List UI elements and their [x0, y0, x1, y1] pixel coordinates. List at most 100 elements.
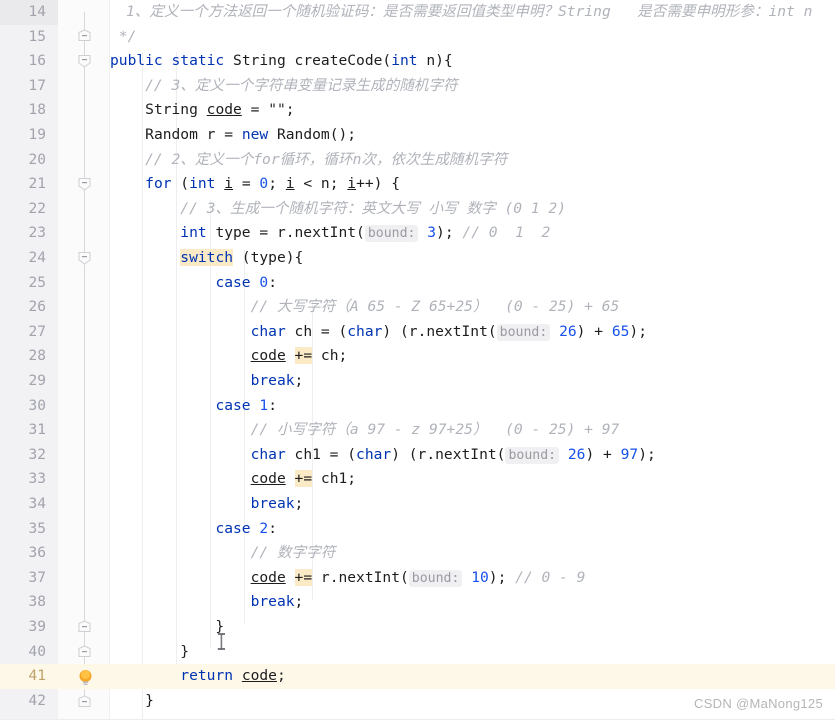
- line-content[interactable]: break;: [110, 369, 304, 394]
- line-number: 41: [28, 668, 46, 685]
- line-content[interactable]: switch (type){: [110, 246, 303, 271]
- code-line-row[interactable]: 32 char ch1 = (char) (r.nextInt(bound: 2…: [0, 443, 835, 468]
- param-hint-bound: bound:: [364, 225, 419, 243]
- param-hint-bound: bound:: [496, 323, 551, 341]
- line-content[interactable]: char ch = (char) (r.nextInt(bound: 26) +…: [110, 320, 647, 345]
- line-content[interactable]: case 2:: [110, 517, 277, 542]
- code-line-row[interactable]: 38 break;: [0, 590, 835, 615]
- code-line-row[interactable]: 29 break;: [0, 369, 835, 394]
- line-number: 15: [28, 28, 46, 45]
- line-number: 27: [28, 323, 46, 340]
- code-line-row[interactable]: 15 */: [0, 25, 835, 50]
- line-content[interactable]: // 小写字符（a 97 - z 97+25） (0 - 25) + 97: [110, 418, 620, 443]
- line-number: 20: [28, 151, 46, 168]
- line-content[interactable]: char ch1 = (char) (r.nextInt(bound: 26) …: [110, 443, 656, 468]
- code-line-row[interactable]: 37 code += r.nextInt(bound: 10); // 0 - …: [0, 566, 835, 591]
- fold-marker-collapse[interactable]: [77, 29, 92, 44]
- line-content[interactable]: code += r.nextInt(bound: 10); // 0 - 9: [110, 566, 585, 591]
- line-number: 21: [28, 176, 46, 193]
- line-content[interactable]: }: [110, 689, 154, 714]
- code-line-row[interactable]: 30 case 1:: [0, 394, 835, 419]
- highlighted-operator-plus-equals[interactable]: +=: [294, 470, 313, 488]
- line-content[interactable]: // 大写字符（A 65 - Z 65+25） (0 - 25) + 65: [110, 295, 620, 320]
- code-line-row[interactable]: 22 // 3、生成一个随机字符：英文大写 小写 数字 (0 1 2): [0, 197, 835, 222]
- line-number: 19: [28, 127, 46, 143]
- line-content[interactable]: // 3、生成一个随机字符：英文大写 小写 数字 (0 1 2): [110, 197, 566, 222]
- line-content[interactable]: // 2、定义一个for循环，循环n次，依次生成随机字符: [110, 148, 507, 173]
- code-line-row[interactable]: 21 for (int i = 0; i < n; i++) {: [0, 172, 835, 197]
- line-content[interactable]: 1、定义一个方法返回一个随机验证码：是否需要返回值类型申明？String 是否需…: [126, 0, 812, 25]
- fold-marker-collapse[interactable]: [77, 645, 92, 660]
- fold-marker-collapse[interactable]: [77, 695, 92, 710]
- code-line-row[interactable]: 35 case 2:: [0, 517, 835, 542]
- line-content[interactable]: case 0:: [110, 271, 277, 296]
- line-content[interactable]: // 3、定义一个字符串变量记录生成的随机字符: [110, 74, 457, 99]
- line-number: 16: [28, 53, 46, 70]
- watermark: CSDN @MaNong125: [694, 696, 823, 711]
- highlighted-keyword-switch[interactable]: switch: [180, 249, 234, 266]
- line-number: 42: [28, 692, 46, 709]
- line-content[interactable]: for (int i = 0; i < n; i++) {: [110, 172, 400, 197]
- line-number: 34: [28, 496, 46, 512]
- line-content[interactable]: }: [110, 640, 189, 665]
- line-number: 38: [28, 594, 46, 611]
- highlighted-operator-plus-equals[interactable]: +=: [294, 347, 313, 365]
- line-number: 33: [28, 471, 46, 488]
- code-line-row[interactable]: 25 case 0:: [0, 271, 835, 296]
- line-number: 17: [28, 77, 46, 94]
- text-ibeam-cursor: [216, 632, 227, 650]
- line-content[interactable]: Random r = new Random();: [110, 123, 356, 148]
- line-content[interactable]: }: [110, 615, 224, 640]
- code-line-row-current[interactable]: 41 return code;: [0, 664, 835, 689]
- code-line-row[interactable]: 16 public static String createCode(int n…: [0, 49, 835, 74]
- line-content[interactable]: // 数字字符: [110, 541, 336, 566]
- line-number: 29: [28, 373, 46, 389]
- line-number: 18: [28, 102, 46, 119]
- fold-marker-collapse[interactable]: [77, 251, 92, 266]
- code-line-row[interactable]: 20 // 2、定义一个for循环，循环n次，依次生成随机字符: [0, 148, 835, 173]
- line-number: 39: [28, 619, 46, 635]
- code-line-row[interactable]: 28 code += ch;: [0, 344, 835, 369]
- line-content[interactable]: int type = r.nextInt(bound: 3); // 0 1 2: [110, 221, 550, 246]
- line-content[interactable]: code += ch1;: [110, 467, 356, 492]
- code-line-row[interactable]: 36 // 数字字符: [0, 541, 835, 566]
- line-number: 24: [28, 250, 46, 266]
- line-number: 30: [28, 397, 46, 414]
- line-number: 28: [28, 348, 46, 365]
- code-line-row[interactable]: 27 char ch = (char) (r.nextInt(bound: 26…: [0, 320, 835, 345]
- code-line-row[interactable]: 24 switch (type){: [0, 246, 835, 271]
- code-line-row[interactable]: 34 break;: [0, 492, 835, 517]
- code-line-row[interactable]: 31 // 小写字符（a 97 - z 97+25） (0 - 25) + 97: [0, 418, 835, 443]
- line-content[interactable]: String code = "";: [110, 98, 294, 123]
- line-content[interactable]: break;: [110, 492, 304, 517]
- param-hint-bound: bound:: [408, 569, 463, 587]
- code-line-row[interactable]: 23 int type = r.nextInt(bound: 3); // 0 …: [0, 221, 835, 246]
- line-number: 37: [28, 569, 46, 586]
- code-line-row[interactable]: 40 }: [0, 640, 835, 665]
- line-content[interactable]: public static String createCode(int n){: [110, 49, 453, 74]
- line-number: 22: [28, 200, 46, 217]
- code-line-row[interactable]: 17 // 3、定义一个字符串变量记录生成的随机字符: [0, 74, 835, 99]
- fold-marker-collapse[interactable]: [77, 54, 92, 69]
- line-number: 23: [28, 225, 46, 242]
- line-number: 31: [28, 422, 46, 439]
- line-content[interactable]: case 1:: [110, 394, 277, 419]
- line-number: 32: [28, 446, 46, 463]
- fold-marker-collapse[interactable]: [77, 177, 92, 192]
- code-line-row[interactable]: 14 1、定义一个方法返回一个随机验证码：是否需要返回值类型申明？String …: [0, 0, 835, 25]
- code-line-row[interactable]: 39 }: [0, 615, 835, 640]
- lightbulb-intention-icon[interactable]: [77, 668, 94, 688]
- code-line-row[interactable]: 19 Random r = new Random();: [0, 123, 835, 148]
- code-line-row[interactable]: 33 code += ch1;: [0, 467, 835, 492]
- code-line-row[interactable]: 26 // 大写字符（A 65 - Z 65+25） (0 - 25) + 65: [0, 295, 835, 320]
- line-content[interactable]: return code;: [110, 664, 285, 689]
- code-line-row[interactable]: 18 String code = "";: [0, 98, 835, 123]
- line-content[interactable]: break;: [110, 590, 304, 615]
- code-editor[interactable]: 14 1、定义一个方法返回一个随机验证码：是否需要返回值类型申明？String …: [0, 0, 835, 720]
- line-number: 40: [28, 643, 46, 660]
- param-hint-bound: bound:: [505, 446, 560, 464]
- highlighted-operator-plus-equals[interactable]: +=: [294, 568, 313, 586]
- line-content[interactable]: */: [110, 25, 137, 50]
- fold-marker-collapse[interactable]: [77, 620, 92, 635]
- line-content[interactable]: code += ch;: [110, 344, 347, 369]
